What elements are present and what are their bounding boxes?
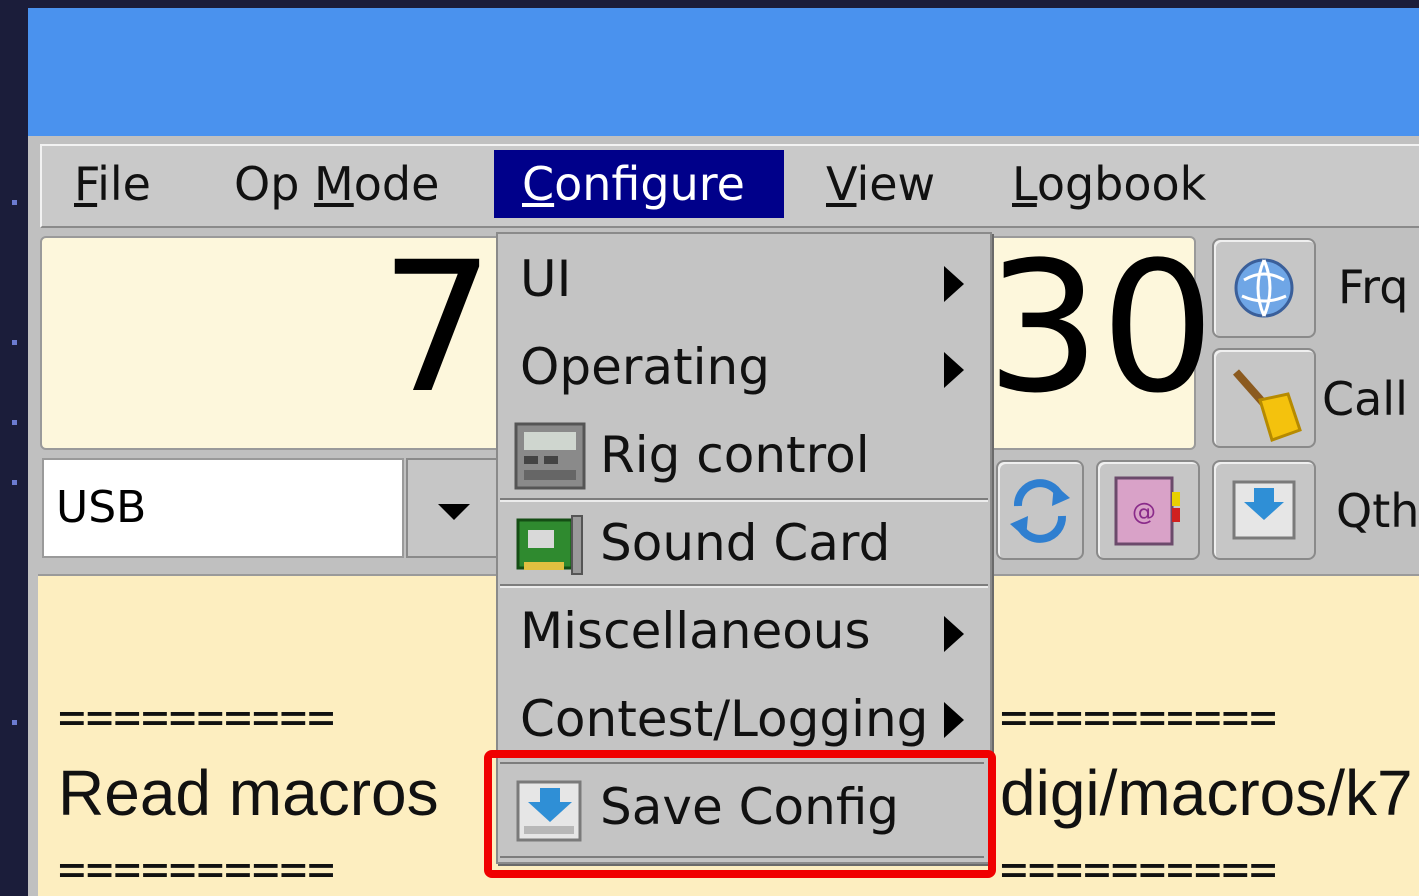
mode-select-field[interactable]: USB (42, 458, 404, 558)
frq-label: Frq (1338, 260, 1409, 314)
broom-icon (1233, 369, 1302, 442)
menu-item-rig-control[interactable]: Rig control (600, 426, 870, 484)
rx-separator-left-2: ========== (58, 842, 335, 896)
menu-logbook[interactable]: Logbook (1012, 150, 1206, 218)
save-icon (1232, 480, 1296, 540)
frequency-left-digit: 7 (380, 224, 495, 433)
highlight-box (484, 750, 996, 878)
refresh-icon (1010, 479, 1070, 543)
rx-separator-right-1: ========== (1000, 690, 1277, 744)
menu-view[interactable]: View (826, 150, 935, 218)
window-title-bar[interactable] (28, 8, 1419, 136)
rig-icon (514, 422, 586, 490)
submenu-arrow-icon (944, 352, 964, 388)
menu-separator (500, 584, 988, 588)
menu-item-sound-card[interactable]: Sound Card (600, 514, 890, 572)
svg-text:@: @ (1132, 498, 1156, 526)
menu-item-contest-logging[interactable]: Contest/Logging (520, 690, 928, 748)
desktop-edge (0, 0, 28, 896)
menu-separator (500, 498, 988, 502)
address-book-button[interactable]: @ (1096, 460, 1200, 560)
submenu-arrow-icon (944, 702, 964, 738)
menu-configure[interactable]: Configure (494, 150, 784, 218)
rx-separator-left-1: ========== (58, 690, 335, 744)
address-book-icon: @ (1114, 476, 1180, 546)
chevron-down-icon (438, 504, 470, 520)
menu-item-ui[interactable]: UI (520, 250, 571, 308)
save-qth-button[interactable] (1212, 460, 1316, 560)
submenu-arrow-icon (944, 266, 964, 302)
mode-dropdown-button[interactable] (406, 458, 502, 558)
globe-icon (1234, 258, 1294, 318)
menu-op-mode[interactable]: Op Mode (234, 150, 439, 218)
rx-separator-right-2: ========== (1000, 842, 1277, 896)
sound-card-icon (514, 510, 586, 578)
call-label: Call (1322, 372, 1408, 426)
qth-label: Qth (1336, 484, 1419, 538)
menu-file[interactable]: File (74, 150, 151, 218)
menu-item-miscellaneous[interactable]: Miscellaneous (520, 602, 871, 660)
rx-text-right: digi/macros/k7 (1000, 757, 1413, 829)
submenu-arrow-icon (944, 616, 964, 652)
frequency-right-digits: 30 (986, 224, 1216, 433)
menu-item-operating[interactable]: Operating (520, 338, 770, 396)
frequency-lookup-button[interactable] (1212, 238, 1316, 338)
clear-call-button[interactable] (1212, 348, 1316, 448)
rx-text-left: Read macros (58, 757, 439, 829)
refresh-button[interactable] (996, 460, 1084, 560)
